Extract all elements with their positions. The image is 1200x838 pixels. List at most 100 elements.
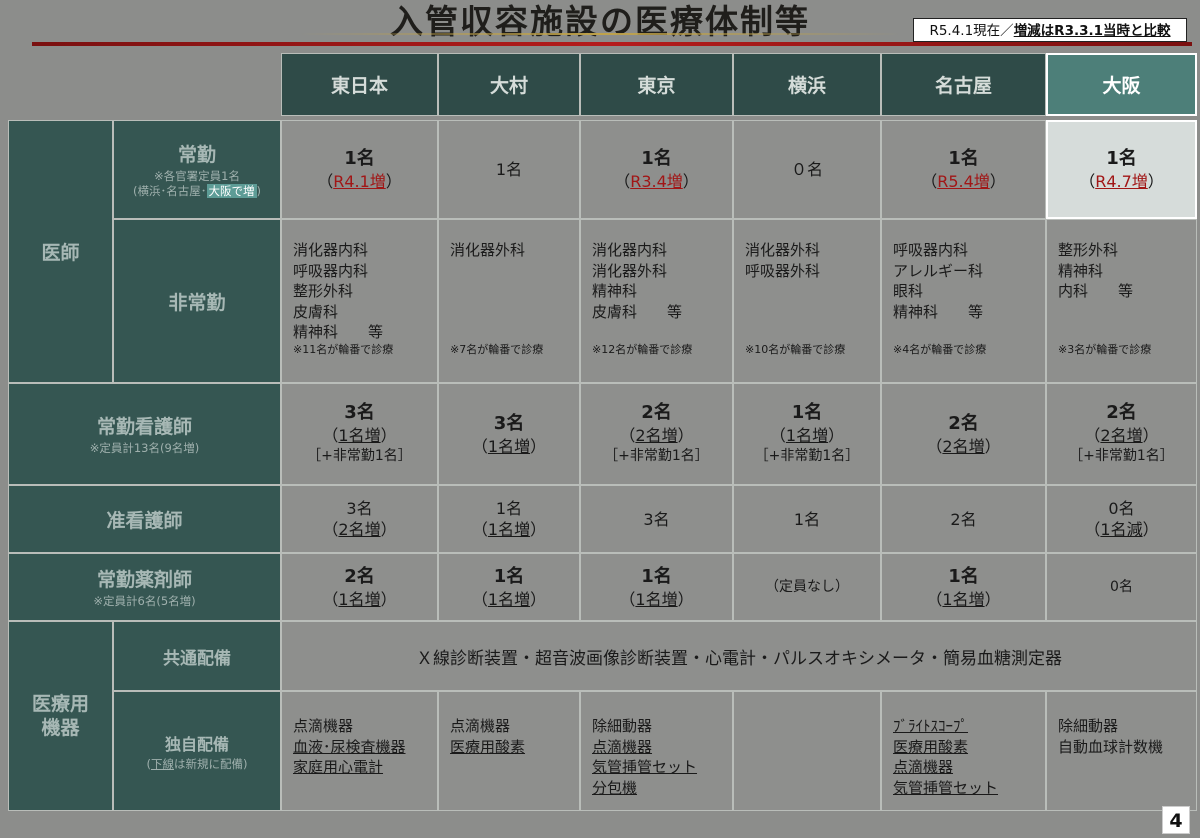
nurse-change-text: 1名増 bbox=[487, 436, 531, 456]
own-equipment-note-underline: 下線 bbox=[151, 756, 174, 771]
rotation-note: ※4名が輪番で診療 bbox=[893, 342, 987, 356]
parttime-doctor-omura: 消化器外科 ※7名が輪番で診療 bbox=[438, 219, 580, 383]
specialty-item: 呼吸器内科 bbox=[293, 261, 369, 280]
nurse-count: 2名 bbox=[641, 402, 672, 423]
rotation-note: ※10名が輪番で診療 bbox=[745, 342, 846, 356]
nurse-higashinihon: 3名 （1名増） ［+非常勤1名］ bbox=[281, 383, 438, 485]
own-equipment-label: 独自配備 bbox=[164, 734, 229, 754]
row-header-parttime-doctor: 非常勤 bbox=[113, 219, 281, 383]
fulltime-label: 常勤 bbox=[177, 144, 216, 166]
equipment-item: 自動血球計数機 bbox=[1058, 737, 1164, 756]
parttime-doctor-higashinihon: 消化器内科 呼吸器内科 整形外科 皮膚科 精神科 等 ※11名が輪番で診療 bbox=[281, 219, 438, 383]
specialty-item: 消化器内科 bbox=[293, 241, 369, 259]
pharmacist-count: 1名 bbox=[493, 565, 525, 587]
pharmacist-count: 0名 bbox=[1110, 578, 1133, 595]
col-header-omura: 大村 bbox=[438, 53, 580, 116]
row-header-fulltime-doctor: 常勤 ※各官署定員1名 (横浜･名古屋･ 大阪で増) bbox=[113, 120, 281, 219]
pharmacist-nagoya: 1名 （1名増） bbox=[881, 553, 1046, 621]
specialty-item: 消化器外科 bbox=[745, 241, 821, 259]
nurse-change: （1名増） bbox=[769, 426, 845, 445]
fulltime-note-line2a: (横浜･名古屋･ bbox=[133, 184, 207, 198]
fulltime-doctor-change: （R5.4増） bbox=[921, 172, 1006, 191]
fulltime-doctor-yokohama: ０名 bbox=[733, 120, 881, 219]
pharmacist-change-text: 1名増 bbox=[942, 589, 985, 609]
row-header-pharmacist: 常勤薬剤師 ※定員計6名(5名増) bbox=[8, 553, 281, 621]
nurse-count: 3名 bbox=[344, 402, 375, 423]
assoc-nurse-count: 2名 bbox=[950, 509, 977, 529]
pharmacist-change-text: 1名増 bbox=[487, 589, 531, 609]
pharmacist-change: （1名増） bbox=[322, 589, 397, 609]
fulltime-doctor-count: 1名 bbox=[495, 160, 523, 179]
fulltime-doctor-count: 1名 bbox=[948, 148, 979, 169]
row-header-assoc-nurse: 准看護師 bbox=[8, 485, 281, 553]
fulltime-note: ※各官署定員1名 (横浜･名古屋･ 大阪で増) bbox=[133, 169, 261, 199]
assoc-nurse-nagoya: 2名 bbox=[881, 485, 1046, 553]
pharmacist-change: （1名増） bbox=[619, 589, 694, 609]
fulltime-doctor-omura: 1名 bbox=[438, 120, 580, 219]
nurse-label: 常勤看護師 bbox=[96, 416, 192, 438]
nurse-count: 2名 bbox=[1106, 402, 1137, 423]
pharmacist-change-text: 1名増 bbox=[338, 589, 381, 609]
own-equipment-nagoya: ﾌﾞﾗｲﾄｽｺｰﾌﾟ 医療用酸素 点滴機器 気管挿管セット bbox=[881, 691, 1046, 811]
row-header-nurse: 常勤看護師 ※定員計13名(9名増) bbox=[8, 383, 281, 485]
pharmacist-omura: 1名 （1名増） bbox=[438, 553, 580, 621]
pharmacist-note: ※定員計6名(5名増) bbox=[93, 594, 196, 608]
row-header-doctor: 医師 bbox=[8, 120, 113, 383]
col-header-osaka: 大阪 bbox=[1046, 53, 1197, 116]
assoc-nurse-count: 0名 bbox=[1108, 499, 1135, 518]
specialty-item: 消化器内科 bbox=[592, 241, 668, 259]
pharmacist-count: 2名 bbox=[344, 565, 375, 587]
fulltime-doctor-change-text: R3.4増 bbox=[630, 172, 683, 191]
fulltime-doctor-count: 1名 bbox=[641, 148, 672, 169]
specialty-item: 精神科 bbox=[592, 282, 638, 300]
pharmacist-change: （1名増） bbox=[926, 589, 1001, 609]
fulltime-doctor-higashinihon: 1名 （R4.1増） bbox=[281, 120, 438, 219]
equipment-item: 点滴機器 bbox=[592, 737, 653, 756]
fulltime-doctor-count: 1名 bbox=[1106, 148, 1137, 169]
nurse-yokohama: 1名 （1名増） ［+非常勤1名］ bbox=[733, 383, 881, 485]
pharmacist-change-text: 1名増 bbox=[635, 589, 678, 609]
nurse-change-text: 1名増 bbox=[785, 426, 829, 445]
nurse-change-text: 2名増 bbox=[942, 436, 985, 456]
specialty-item: 精神科 等 bbox=[893, 302, 984, 321]
col-header-yokohama: 横浜 bbox=[733, 53, 881, 116]
nurse-change-text: 2名増 bbox=[1100, 426, 1143, 445]
nurse-change-text: 1名増 bbox=[338, 426, 381, 445]
col-header-tokyo: 東京 bbox=[580, 53, 733, 116]
pharmacist-yokohama: （定員なし） bbox=[733, 553, 881, 621]
fulltime-note-highlight: 大阪で増 bbox=[206, 184, 257, 198]
nurse-osaka: 2名 （2名増） ［+非常勤1名］ bbox=[1046, 383, 1197, 485]
fulltime-doctor-change-text: R4.1増 bbox=[333, 172, 386, 191]
own-equipment-note-c: は新規に配備) bbox=[174, 756, 248, 771]
nurse-change: （2名増） bbox=[619, 426, 694, 445]
specialty-item: 消化器外科 bbox=[450, 241, 526, 259]
page-number: 4 bbox=[1162, 806, 1190, 834]
col-header-higashinihon: 東日本 bbox=[281, 53, 438, 116]
specialty-item: 整形外科 bbox=[1058, 241, 1119, 259]
specialty-item: 整形外科 bbox=[293, 282, 354, 300]
specialty-item: 皮膚科 等 bbox=[592, 302, 683, 321]
own-equipment-note: (下線は新規に配備) bbox=[147, 757, 248, 772]
title-underline-gold bbox=[300, 33, 900, 35]
assoc-nurse-count: 1名 bbox=[793, 509, 821, 529]
nurse-change: （2名増） bbox=[1084, 426, 1159, 445]
fulltime-doctor-change-text: R5.4増 bbox=[937, 172, 990, 191]
common-equipment-list: Ｘ線診断装置・超音波画像診断装置・心電計・パルスオキシメータ・簡易血糖測定器 bbox=[281, 621, 1197, 691]
specialty-item: 精神科 bbox=[1058, 261, 1104, 280]
equipment-item: 点滴機器 bbox=[450, 717, 511, 735]
fulltime-doctor-change: （R3.4増） bbox=[614, 172, 699, 191]
parttime-doctor-tokyo: 消化器内科 消化器外科 精神科 皮膚科 等 ※12名が輪番で診療 bbox=[580, 219, 733, 383]
equipment-item: 気管挿管セット bbox=[893, 778, 999, 797]
equipment-item: 点滴機器 bbox=[893, 758, 954, 776]
own-equipment-omura: 点滴機器 医療用酸素 bbox=[438, 691, 580, 811]
nurse-change: （1名増） bbox=[322, 426, 397, 445]
parttime-doctor-yokohama: 消化器外科 呼吸器外科 ※10名が輪番で診療 bbox=[733, 219, 881, 383]
nurse-parttime-extra: ［+非常勤1名］ bbox=[754, 448, 860, 464]
assoc-nurse-change-text: 2名増 bbox=[338, 520, 381, 539]
assoc-nurse-count: 3名 bbox=[346, 499, 373, 518]
fulltime-note-line1: ※各官署定員1名 bbox=[154, 169, 240, 183]
assoc-nurse-yokohama: 1名 bbox=[733, 485, 881, 553]
nurse-count: 3名 bbox=[493, 412, 525, 434]
pharmacist-label: 常勤薬剤師 bbox=[96, 569, 192, 591]
nurse-note: ※定員計13名(9名増) bbox=[89, 441, 200, 455]
